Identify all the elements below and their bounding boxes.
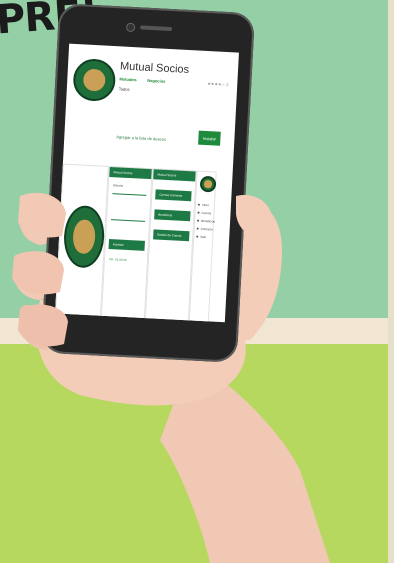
nav-icon	[197, 219, 200, 222]
nav-item-1[interactable]: Inicio	[202, 203, 209, 207]
menu-header: Mutual Socios	[153, 169, 196, 182]
password-field-underline	[111, 219, 146, 222]
rating-stars: ★★★★☆ 2	[207, 80, 229, 88]
menu-item-2[interactable]: Beneficios	[154, 209, 191, 222]
nav-item-4[interactable]: Contacto	[201, 227, 213, 232]
content-rating-tag: Todos	[118, 86, 130, 92]
login-field-label: Usuario	[112, 183, 124, 188]
handshake-icon	[72, 218, 96, 255]
front-camera	[125, 22, 136, 33]
login-header: Mutual Socios	[109, 166, 152, 180]
menu-item-3[interactable]: Estado de Cuenta	[153, 229, 190, 242]
drawer-logo	[199, 175, 217, 193]
nav-icon	[196, 227, 199, 230]
developer-link[interactable]: Mutuales	[119, 76, 137, 82]
app-title: Mutual Socios	[119, 60, 190, 76]
category-link[interactable]: Negocios	[147, 78, 165, 84]
login-footer: Ver. 01.00.00	[108, 257, 127, 262]
menu-item-1[interactable]: Cuenta Corriente	[155, 189, 192, 202]
app-logo	[72, 57, 117, 103]
nav-item-2[interactable]: Cuenta	[201, 211, 211, 216]
login-button[interactable]: Ingresar	[108, 239, 145, 251]
nav-icon	[197, 211, 200, 214]
install-button[interactable]: Instalar	[198, 130, 221, 146]
nav-item-3[interactable]: Beneficios	[201, 219, 215, 224]
nav-item-5[interactable]: Salir	[200, 235, 206, 239]
wishlist-link[interactable]: Agregar a la lista de deseos	[116, 134, 166, 142]
screenshot-carousel[interactable]: Mutual Socios Usuario Ingresar Ver. 01.0…	[55, 163, 233, 323]
nav-icon	[197, 203, 200, 206]
handshake-icon	[204, 180, 212, 188]
screenshot-logo-emblem	[62, 204, 106, 269]
screenshot-menu[interactable]: Mutual Socios Cuenta Corriente Beneficio…	[144, 168, 197, 323]
screenshot-logo[interactable]	[55, 163, 109, 318]
login-field-underline	[112, 193, 147, 196]
handshake-icon	[82, 68, 107, 93]
smartphone: Mutual Socios Mutuales Negocios ★★★★☆ 2 …	[40, 3, 256, 363]
earpiece-speaker	[140, 25, 173, 32]
phone-screen: Mutual Socios Mutuales Negocios ★★★★☆ 2 …	[55, 43, 239, 323]
nav-icon	[196, 235, 199, 238]
